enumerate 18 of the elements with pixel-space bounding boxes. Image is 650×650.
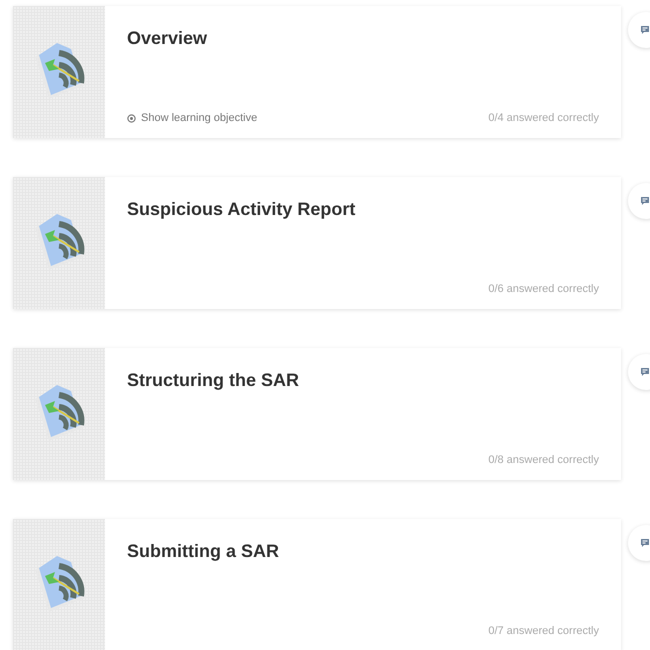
lesson-card[interactable]: Overview Show learning objective 0/4 answered correctly: [13, 6, 621, 138]
lesson-card[interactable]: Submitting a SAR 0/7 answered correctly: [13, 519, 621, 650]
target-icon: [127, 114, 136, 122]
learning-objective-link[interactable]: Show learning objective: [127, 112, 258, 124]
lesson-title: Submitting a SAR: [127, 541, 280, 562]
lesson-card[interactable]: Suspicious Activity Report 0/6 answered correctly: [13, 177, 621, 309]
lesson-card[interactable]: Structuring the SAR 0/8 answered correctly: [13, 348, 621, 480]
chat-icon: [640, 367, 650, 377]
score-text: 0/8 answered correctly: [488, 454, 599, 466]
score-text: 0/6 answered correctly: [488, 283, 599, 295]
score-text: 0/7 answered correctly: [488, 625, 599, 637]
chat-icon: [640, 25, 650, 35]
chat-icon: [640, 538, 650, 548]
lesson-title: Structuring the SAR: [127, 370, 300, 391]
lesson-title: Suspicious Activity Report: [127, 199, 356, 220]
chat-icon: [640, 196, 650, 206]
lesson-title: Overview: [127, 28, 208, 49]
score-text: 0/4 answered correctly: [488, 112, 599, 124]
